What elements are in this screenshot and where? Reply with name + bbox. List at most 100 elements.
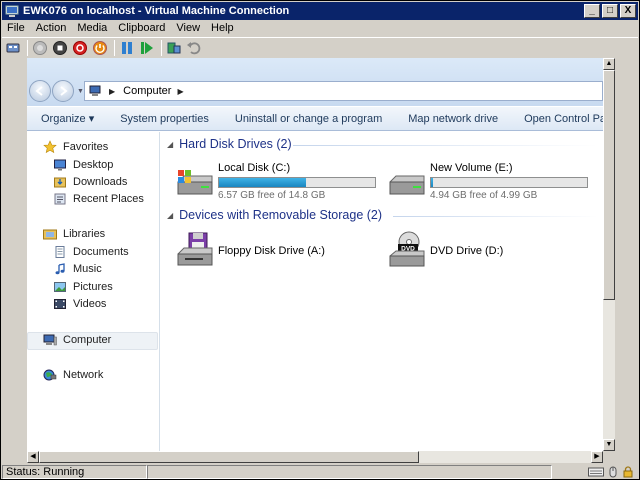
drive-d[interactable]: DVD DVD Drive (D:): [387, 230, 597, 274]
computer-icon: [43, 333, 57, 347]
nav-network-label: Network: [63, 369, 104, 381]
nav-desktop[interactable]: Desktop: [53, 158, 113, 172]
menu-media[interactable]: Media: [72, 22, 113, 34]
scroll-left-arrow-icon[interactable]: ◀: [27, 451, 39, 463]
nav-favorites[interactable]: Favorites: [43, 140, 108, 154]
map-network-drive-button[interactable]: Map network drive: [394, 113, 510, 125]
open-control-panel-button[interactable]: Open Control Panel: [510, 113, 603, 125]
forward-button[interactable]: [52, 80, 74, 102]
drive-a[interactable]: Floppy Disk Drive (A:): [175, 230, 385, 274]
scroll-right-arrow-icon[interactable]: ▶: [591, 451, 603, 463]
collapse-triangle-icon[interactable]: ◢: [167, 140, 173, 149]
floppy-drive-icon: [177, 232, 213, 266]
nav-videos[interactable]: Videos: [53, 297, 106, 311]
nav-network[interactable]: Network: [43, 368, 103, 382]
minimize-button[interactable]: _: [584, 4, 600, 18]
guest-screen[interactable]: ▼ ▶ Computer ▶ Organize ▾ System propert…: [27, 58, 603, 451]
drive-e-name: New Volume (E:): [430, 162, 513, 174]
command-bar: Organize ▾ System properties Uninstall o…: [27, 106, 603, 131]
title-bar: EWK076 on localhost - Virtual Machine Co…: [2, 2, 638, 20]
group-divider: [293, 145, 598, 146]
horizontal-scrollbar[interactable]: ◀ ▶: [27, 451, 603, 463]
vm-connection-window: EWK076 on localhost - Virtual Machine Co…: [0, 0, 640, 480]
reset-icon[interactable]: [138, 39, 156, 57]
nav-music[interactable]: Music: [53, 262, 102, 276]
scroll-down-arrow-icon[interactable]: ▼: [603, 439, 615, 451]
hard-disk-drives-label: Hard Disk Drives (2): [179, 137, 292, 151]
libraries-icon: [43, 227, 57, 241]
ctrl-alt-del-icon[interactable]: [4, 39, 22, 57]
back-arrow-icon: [35, 86, 43, 96]
toolbar-separator: [114, 39, 115, 56]
maximize-button[interactable]: □: [602, 4, 618, 18]
save-state-icon[interactable]: [91, 39, 109, 57]
star-icon: [43, 140, 57, 154]
drive-e-usage-fill: [431, 178, 433, 187]
breadcrumb-arrow-icon[interactable]: ▶: [177, 87, 183, 96]
dvd-drive-icon: DVD: [389, 231, 425, 267]
organize-button[interactable]: Organize ▾: [27, 112, 106, 125]
menu-view[interactable]: View: [171, 22, 206, 34]
nav-videos-label: Videos: [73, 298, 107, 310]
breadcrumb-arrow-icon[interactable]: ▶: [109, 87, 115, 96]
drive-c-usage-fill: [219, 178, 306, 187]
mouse-capture-icon: [609, 466, 617, 478]
shutdown-icon[interactable]: [71, 39, 89, 57]
back-button[interactable]: [29, 80, 51, 102]
vertical-scroll-thumb[interactable]: [603, 70, 615, 300]
collapse-triangle-icon[interactable]: ◢: [167, 211, 173, 220]
vm-connection-icon: [5, 5, 19, 17]
close-button[interactable]: X: [620, 4, 636, 18]
nav-libraries[interactable]: Libraries: [43, 227, 105, 241]
drive-c-name: Local Disk (C:): [218, 162, 291, 174]
desktop-icon: [53, 158, 67, 172]
group-divider: [393, 216, 598, 217]
drive-d-name: DVD Drive (D:): [430, 245, 504, 257]
drive-e[interactable]: New Volume (E:) 4.94 GB free of 4.99 GB: [387, 160, 597, 204]
toolbar: [2, 37, 638, 57]
uninstall-program-button[interactable]: Uninstall or change a program: [221, 113, 394, 125]
nav-favorites-label: Favorites: [63, 141, 109, 153]
pictures-icon: [53, 280, 67, 294]
system-properties-button[interactable]: System properties: [106, 113, 221, 125]
drive-c[interactable]: Local Disk (C:) 6.57 GB free of 14.8 GB: [175, 160, 385, 204]
menu-bar: File Action Media Clipboard View Help: [2, 20, 638, 36]
horizontal-scroll-thumb[interactable]: [39, 451, 419, 463]
menu-clipboard[interactable]: Clipboard: [113, 22, 171, 34]
menu-file[interactable]: File: [2, 22, 31, 34]
recent-places-icon: [53, 192, 67, 206]
address-bar[interactable]: ▶ Computer ▶: [84, 81, 603, 101]
toolbar-separator: [161, 39, 162, 56]
scroll-up-arrow-icon[interactable]: ▲: [603, 58, 615, 70]
start-icon[interactable]: [31, 39, 49, 57]
vertical-scrollbar[interactable]: ▲ ▼: [603, 58, 615, 451]
nav-documents[interactable]: Documents: [53, 245, 129, 259]
turn-off-icon[interactable]: [51, 39, 69, 57]
menu-help[interactable]: Help: [206, 22, 240, 34]
content-pane: ◢ Hard Disk Drives (2) Local Disk (C:) 6…: [161, 132, 603, 451]
forward-arrow-icon: [60, 86, 68, 96]
snapshot-icon[interactable]: [165, 39, 183, 57]
window-title: EWK076 on localhost - Virtual Machine Co…: [23, 5, 290, 17]
status-text: Status: Running: [2, 465, 147, 479]
nav-computer[interactable]: Computer: [43, 333, 111, 347]
breadcrumb-computer[interactable]: Computer: [123, 85, 171, 97]
nav-computer-label: Computer: [63, 334, 112, 346]
removable-storage-header[interactable]: ◢ Devices with Removable Storage (2): [167, 208, 382, 222]
nav-recent-places[interactable]: Recent Places: [53, 192, 144, 206]
nav-downloads[interactable]: Downloads: [53, 175, 127, 189]
recent-pages-chevron-icon[interactable]: ▼: [77, 88, 84, 95]
computer-icon: [89, 85, 101, 96]
menu-action[interactable]: Action: [31, 22, 73, 34]
hard-disk-drives-header[interactable]: ◢ Hard Disk Drives (2): [167, 137, 292, 151]
downloads-folder-icon: [53, 175, 67, 189]
lock-icon: [623, 466, 633, 478]
pause-icon[interactable]: [118, 39, 136, 57]
nav-documents-label: Documents: [73, 246, 129, 258]
nav-pictures[interactable]: Pictures: [53, 280, 113, 294]
status-icons: [588, 466, 638, 478]
drive-e-free-space: 4.94 GB free of 4.99 GB: [430, 190, 538, 201]
revert-icon[interactable]: [185, 39, 203, 57]
drive-c-usage-bar: [218, 177, 376, 188]
drive-e-usage-bar: [430, 177, 588, 188]
